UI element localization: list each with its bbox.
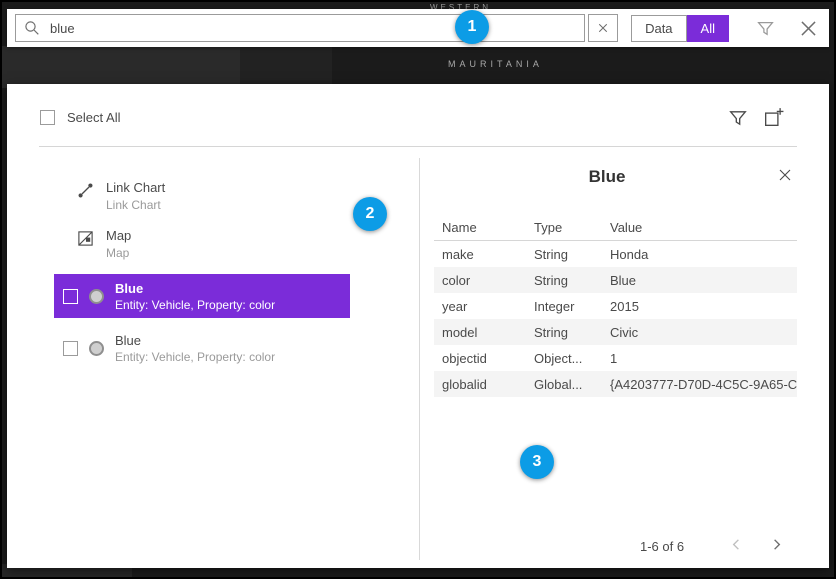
property-table: Name Type Value make String Honda color …: [434, 214, 797, 397]
result-item-title: Blue: [115, 333, 275, 348]
cell-name: color: [434, 273, 526, 288]
pagination-next-icon[interactable]: [769, 537, 784, 552]
table-header-row: Name Type Value: [434, 214, 797, 241]
result-item-blue[interactable]: Blue Entity: Vehicle, Property: color: [54, 326, 350, 370]
cell-name: objectid: [434, 351, 526, 366]
table-row: color String Blue: [434, 267, 797, 293]
table-row: globalid Global... {A4203777-D70D-4C5C-9…: [434, 371, 797, 397]
cell-value: 1: [602, 351, 797, 366]
cell-value: {A4203777-D70D-4C5C-9A65-C...: [602, 377, 797, 392]
cell-type: Integer: [526, 299, 602, 314]
cell-type: Object...: [526, 351, 602, 366]
result-item-title: Map: [106, 228, 131, 243]
result-item-link-chart[interactable]: Link Chart Link Chart: [77, 180, 165, 212]
item-text: Map Map: [106, 228, 131, 260]
result-item-map[interactable]: Map Map: [77, 228, 131, 260]
select-all-label: Select All: [67, 110, 120, 125]
entity-circle-icon: [89, 289, 104, 304]
pagination-label: 1-6 of 6: [640, 539, 684, 554]
detail-title: Blue: [434, 167, 780, 187]
app-window: WESTERN MAURITANIA Data All 1 2 3 Selec: [0, 0, 836, 579]
callout-badge-2: 2: [353, 197, 387, 231]
filter-icon[interactable]: [757, 20, 774, 37]
result-item-title: Link Chart: [106, 180, 165, 195]
item-checkbox[interactable]: [63, 341, 78, 356]
result-item-title: Blue: [115, 281, 275, 296]
cell-value: Honda: [602, 247, 797, 262]
link-chart-icon: [77, 182, 94, 212]
data-scope-button[interactable]: Data: [631, 15, 686, 42]
cell-name: globalid: [434, 377, 526, 392]
cell-value: 2015: [602, 299, 797, 314]
pagination-prev-icon[interactable]: [729, 537, 744, 552]
table-row: model String Civic: [434, 319, 797, 345]
map-landmass: [2, 46, 240, 88]
cell-type: String: [526, 247, 602, 262]
column-header-type: Type: [526, 220, 602, 235]
select-all-checkbox[interactable]: [40, 110, 55, 125]
cell-type: String: [526, 273, 602, 288]
result-item-blue-selected[interactable]: Blue Entity: Vehicle, Property: color: [54, 274, 350, 318]
column-header-value: Value: [602, 220, 797, 235]
result-item-subtitle: Entity: Vehicle, Property: color: [115, 298, 275, 312]
clear-search-button[interactable]: [588, 14, 618, 42]
result-item-subtitle: Link Chart: [106, 198, 165, 212]
cell-name: model: [434, 325, 526, 340]
result-item-subtitle: Entity: Vehicle, Property: color: [115, 350, 275, 364]
add-filter-icon[interactable]: [764, 107, 784, 127]
close-search-icon[interactable]: [798, 18, 819, 39]
results-filter-icon[interactable]: [729, 109, 747, 127]
header-divider: [39, 146, 797, 147]
map-label-mauritania: MAURITANIA: [448, 59, 543, 69]
callout-badge-1: 1: [455, 10, 489, 44]
table-row: year Integer 2015: [434, 293, 797, 319]
table-row: make String Honda: [434, 241, 797, 267]
cell-type: String: [526, 325, 602, 340]
item-text: Link Chart Link Chart: [106, 180, 165, 212]
search-toolbar: Data All: [7, 9, 829, 47]
item-text: Blue Entity: Vehicle, Property: color: [115, 281, 275, 312]
cell-value: Blue: [602, 273, 797, 288]
result-item-subtitle: Map: [106, 246, 131, 260]
all-scope-button[interactable]: All: [687, 15, 729, 42]
table-row: objectid Object... 1: [434, 345, 797, 371]
select-all-row: Select All: [40, 110, 120, 125]
search-results-panel: Select All Link Chart Link Chart Map: [7, 84, 829, 568]
column-header-name: Name: [434, 220, 526, 235]
search-scope-toggle: Data All: [631, 15, 729, 42]
detail-close-icon[interactable]: [777, 167, 793, 183]
panel-divider: [419, 158, 420, 560]
item-text: Blue Entity: Vehicle, Property: color: [115, 333, 275, 364]
cell-type: Global...: [526, 377, 602, 392]
cell-name: year: [434, 299, 526, 314]
search-icon: [24, 20, 40, 36]
cell-value: Civic: [602, 325, 797, 340]
search-input[interactable]: [48, 20, 576, 37]
callout-badge-3: 3: [520, 445, 554, 479]
item-checkbox[interactable]: [63, 289, 78, 304]
table-body: make String Honda color String Blue year…: [434, 241, 797, 397]
search-box[interactable]: [15, 14, 585, 42]
cell-name: make: [434, 247, 526, 262]
map-icon: [77, 230, 94, 260]
entity-circle-icon: [89, 341, 104, 356]
map-landmass: [240, 46, 332, 88]
